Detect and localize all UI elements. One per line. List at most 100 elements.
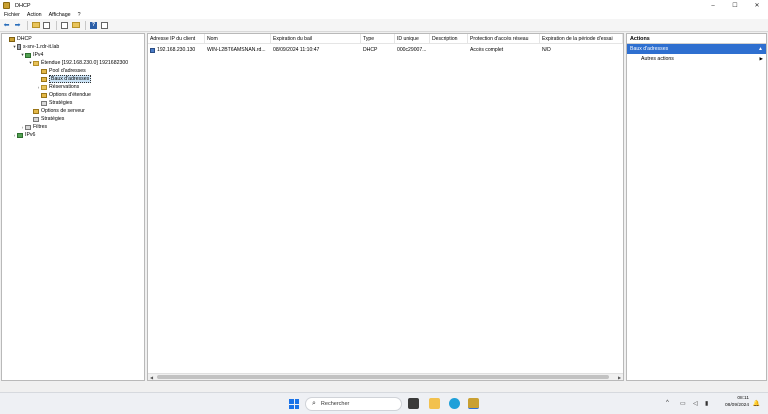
status-bar bbox=[0, 382, 768, 392]
toolbar-separator bbox=[56, 20, 57, 30]
battery-icon[interactable]: ▮ bbox=[705, 400, 708, 407]
notification-bell-icon[interactable]: 🔔 bbox=[753, 400, 760, 407]
console-tree[interactable]: DHCP ▾ s-srv-1.rdr-it.lab ▾ IPv4 ▾ Étend… bbox=[1, 33, 145, 381]
task-view-icon[interactable] bbox=[408, 398, 419, 409]
actions-section-address-leases[interactable]: Baux d'adresses ▲ bbox=[627, 44, 766, 54]
collapse-up-icon[interactable]: ▲ bbox=[758, 46, 763, 52]
up-folder-icon[interactable] bbox=[31, 21, 40, 30]
network-icon bbox=[17, 132, 23, 138]
column-header[interactable]: Expiration du bail bbox=[271, 34, 361, 44]
table-cell: WIN-L2BT6AMSNAN.rd... bbox=[207, 47, 266, 53]
policies-icon bbox=[33, 116, 39, 122]
scroll-left-icon[interactable]: ◀ bbox=[148, 374, 155, 381]
server-options-icon bbox=[33, 108, 39, 114]
scroll-right-icon[interactable]: ▶ bbox=[616, 374, 623, 381]
close-button[interactable]: ✕ bbox=[746, 0, 768, 11]
tree-item-label: Options de serveur bbox=[41, 108, 85, 114]
title-bar: DHCP – ☐ ✕ bbox=[0, 0, 768, 11]
menu-affichage[interactable]: Affichage bbox=[49, 12, 71, 18]
menu-bar: Fichier Action Affichage ? bbox=[0, 11, 768, 19]
taskbar: ⌕ Rechercher ^ ▭ ◁ ▮ 08:11 08/09/2024 🔔 bbox=[0, 392, 768, 414]
tree-item-filters[interactable]: › Filtres bbox=[20, 123, 47, 131]
tree-item-reservations[interactable]: › Réservations bbox=[36, 83, 80, 91]
dhcp-app-icon bbox=[3, 2, 10, 9]
menu-fichier[interactable]: Fichier bbox=[4, 12, 20, 18]
tree-item-label: Réservations bbox=[49, 84, 80, 90]
filters-icon bbox=[25, 124, 31, 130]
column-header[interactable]: ID unique bbox=[395, 34, 430, 44]
scope-options-icon bbox=[41, 92, 47, 98]
search-placeholder: Rechercher bbox=[320, 401, 350, 407]
tree-item-scope[interactable]: ▾ Étendue [192.168.230.0] 1921682300 bbox=[28, 59, 128, 67]
properties-icon[interactable] bbox=[100, 21, 109, 30]
toolbar-separator bbox=[27, 20, 28, 30]
toolbar-separator bbox=[85, 20, 86, 30]
actions-pane: Actions Baux d'adresses ▲ Autres actions… bbox=[626, 33, 767, 381]
help-icon[interactable]: ? bbox=[89, 21, 98, 30]
show-tree-icon[interactable] bbox=[42, 21, 51, 30]
tree-item-label: Pool d'adresses bbox=[49, 68, 86, 74]
tree-item-scope-options[interactable]: Options d'étendue bbox=[36, 91, 91, 99]
tree-item-ipv4[interactable]: ▾ IPv4 bbox=[20, 51, 43, 59]
horizontal-scrollbar[interactable]: ◀ ▶ bbox=[148, 373, 623, 380]
back-arrow-icon[interactable]: ⬅ bbox=[2, 21, 11, 30]
taskbar-search[interactable]: ⌕ Rechercher bbox=[305, 397, 402, 411]
menu-action[interactable]: Action bbox=[27, 12, 42, 18]
network-icon bbox=[25, 52, 31, 58]
action-label: Autres actions bbox=[641, 56, 674, 62]
dhcp-taskbar-icon[interactable] bbox=[468, 398, 479, 409]
search-icon: ⌕ bbox=[312, 400, 316, 407]
tree-item-address-pool[interactable]: Pool d'adresses bbox=[36, 67, 86, 75]
policies-icon bbox=[41, 100, 47, 106]
taskbar-clock[interactable]: 08:11 08/09/2024 bbox=[725, 396, 749, 409]
chevron-up-icon[interactable]: ^ bbox=[666, 400, 669, 406]
column-header[interactable]: Type bbox=[361, 34, 395, 44]
address-pool-icon bbox=[41, 68, 47, 74]
column-header-row: Adresse IP du client Nom Expiration du b… bbox=[148, 34, 623, 44]
tree-item-label: DHCP bbox=[17, 36, 32, 42]
menu-help[interactable]: ? bbox=[78, 12, 81, 18]
export-icon[interactable] bbox=[71, 21, 80, 30]
network-icon[interactable]: ▭ bbox=[680, 400, 686, 407]
table-cell bbox=[430, 46, 468, 54]
tree-item-label: Étendue [192.168.230.0] 1921682300 bbox=[41, 60, 129, 66]
clock-date: 08/09/2024 bbox=[724, 402, 749, 408]
leases-list[interactable]: Adresse IP du client Nom Expiration du b… bbox=[147, 33, 624, 381]
tree-item-scope-policies[interactable]: Stratégies bbox=[36, 99, 72, 107]
minimize-button[interactable]: – bbox=[702, 0, 724, 11]
tree-item-label: Baux d'adresses bbox=[49, 75, 92, 83]
tree-item-address-leases[interactable]: Baux d'adresses bbox=[36, 75, 92, 83]
tree-item-label: Filtres bbox=[33, 124, 48, 130]
action-more-actions[interactable]: Autres actions ▶ bbox=[627, 54, 766, 64]
refresh-icon[interactable] bbox=[60, 21, 69, 30]
tree-item-ipv6[interactable]: › IPv6 bbox=[12, 131, 36, 139]
table-cell: Accès complet bbox=[470, 47, 504, 53]
submenu-arrow-icon: ▶ bbox=[759, 56, 763, 61]
tree-item-server[interactable]: ▾ s-srv-1.rdr-it.lab bbox=[12, 43, 59, 51]
tree-item-server-policies[interactable]: Stratégies bbox=[28, 115, 64, 123]
maximize-button[interactable]: ☐ bbox=[724, 0, 746, 11]
dhcp-icon bbox=[9, 36, 15, 42]
column-header[interactable]: Nom bbox=[205, 34, 271, 44]
tree-item-dhcp[interactable]: DHCP bbox=[4, 35, 32, 43]
actions-header: Actions bbox=[627, 34, 766, 44]
scrollbar-thumb[interactable] bbox=[157, 375, 609, 379]
server-icon bbox=[17, 44, 21, 50]
actions-section-label: Baux d'adresses bbox=[630, 46, 669, 52]
table-cell: DHCP bbox=[363, 47, 378, 53]
forward-arrow-icon[interactable]: ➡ bbox=[13, 21, 22, 30]
start-button[interactable] bbox=[289, 399, 299, 409]
file-explorer-icon[interactable] bbox=[429, 398, 440, 409]
column-header[interactable]: Adresse IP du client bbox=[148, 34, 205, 44]
toolbar: ⬅ ➡ ? bbox=[0, 19, 768, 32]
edge-browser-icon[interactable] bbox=[449, 398, 460, 409]
tree-item-label: Stratégies bbox=[49, 100, 73, 106]
column-header[interactable]: Protection d'accès réseau bbox=[468, 34, 540, 44]
column-header[interactable]: Expiration de la période d'essai bbox=[540, 34, 623, 44]
table-cell: 000c29007... bbox=[397, 47, 427, 53]
column-header[interactable]: Description bbox=[430, 34, 468, 44]
address-leases-icon bbox=[41, 76, 47, 82]
tree-item-server-options[interactable]: Options de serveur bbox=[28, 107, 85, 115]
tree-item-label: IPv6 bbox=[25, 132, 36, 138]
volume-icon[interactable]: ◁ bbox=[693, 400, 698, 407]
